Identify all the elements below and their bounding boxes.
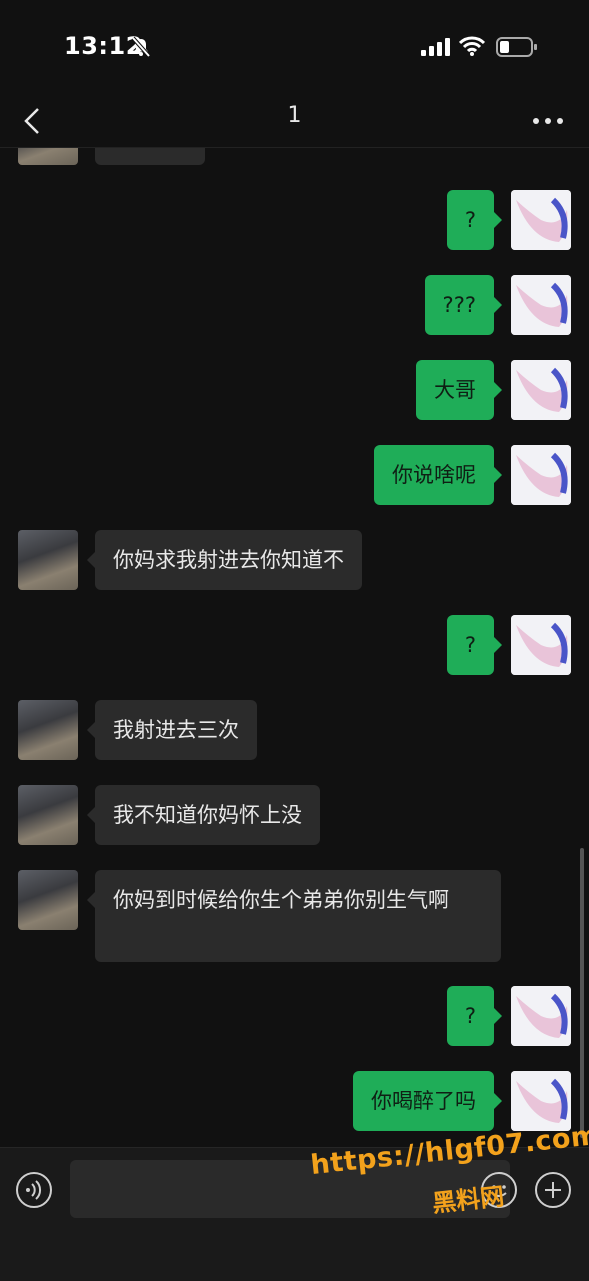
message-bubble-partial[interactable] [95, 148, 205, 165]
message-text: ? [464, 633, 476, 657]
avatar-contact[interactable] [18, 530, 78, 590]
message-bubble-outgoing[interactable]: ? [446, 615, 503, 675]
message-bubble-incoming[interactable]: 你妈到时候给你生个弟弟你别生气啊 [87, 870, 501, 962]
message-text: 你喝醉了吗 [371, 1089, 476, 1113]
anime-avatar-icon [511, 615, 571, 675]
avatar-self[interactable] [511, 986, 571, 1046]
scrollbar[interactable] [580, 848, 584, 1138]
anime-avatar-icon [511, 445, 571, 505]
message-bubble-outgoing[interactable]: 你说啥呢 [374, 445, 502, 505]
avatar-self[interactable] [511, 615, 571, 675]
wifi-icon [459, 36, 485, 56]
message-bubble-incoming[interactable]: 你妈求我射进去你知道不 [87, 530, 362, 590]
anime-avatar-icon [511, 275, 571, 335]
anime-avatar-icon [511, 190, 571, 250]
input-bar [0, 1147, 589, 1281]
message-text: 我不知道你妈怀上没 [113, 803, 302, 827]
chat-header: 1 [0, 95, 589, 148]
signal-icon [421, 38, 450, 56]
battery-icon [496, 37, 537, 57]
message-bubble-outgoing[interactable]: 你喝醉了吗 [353, 1071, 502, 1131]
anime-avatar-icon [511, 986, 571, 1046]
message-bubble-outgoing[interactable]: ? [446, 190, 503, 250]
avatar-contact[interactable] [18, 785, 78, 845]
avatar-self[interactable] [511, 275, 571, 335]
avatar-self[interactable] [511, 190, 571, 250]
chat-title: 1 [287, 103, 302, 128]
message-text: 大哥 [434, 378, 476, 402]
message-text: ??? [442, 293, 476, 317]
avatar-contact[interactable] [18, 700, 78, 760]
avatar-contact[interactable] [18, 148, 78, 165]
watermark-name: 黑料网 [430, 1182, 506, 1218]
avatar-contact[interactable] [18, 870, 78, 930]
message-text: 你妈求我射进去你知道不 [113, 548, 344, 572]
avatar-self[interactable] [511, 360, 571, 420]
message-bubble-incoming[interactable]: 我不知道你妈怀上没 [87, 785, 320, 845]
message-text: 我射进去三次 [113, 718, 239, 742]
message-text: 你妈到时候给你生个弟弟你别生气啊 [113, 888, 449, 912]
avatar-self[interactable] [511, 445, 571, 505]
message-bubble-outgoing[interactable]: ? [446, 986, 503, 1046]
anime-avatar-icon [511, 360, 571, 420]
more-dots-icon[interactable] [530, 103, 566, 139]
status-bar: 13:12 [0, 0, 589, 95]
message-text: 你说啥呢 [392, 463, 476, 487]
anime-avatar-icon [511, 1071, 571, 1131]
bell-slash-icon [131, 36, 151, 58]
message-list[interactable]: ? ??? 大哥 你说啥呢 你妈求我射进去你知道不 ? 我射进去三次 我不知道你… [0, 148, 589, 1146]
message-bubble-outgoing[interactable]: 大哥 [416, 360, 502, 420]
plus-icon[interactable] [535, 1172, 571, 1208]
message-text: ? [464, 1004, 476, 1028]
avatar-self[interactable] [511, 1071, 571, 1131]
message-text: ? [464, 208, 476, 232]
voice-icon[interactable] [16, 1172, 52, 1208]
message-bubble-outgoing[interactable]: ??? [424, 275, 503, 335]
message-bubble-incoming[interactable]: 我射进去三次 [87, 700, 257, 760]
